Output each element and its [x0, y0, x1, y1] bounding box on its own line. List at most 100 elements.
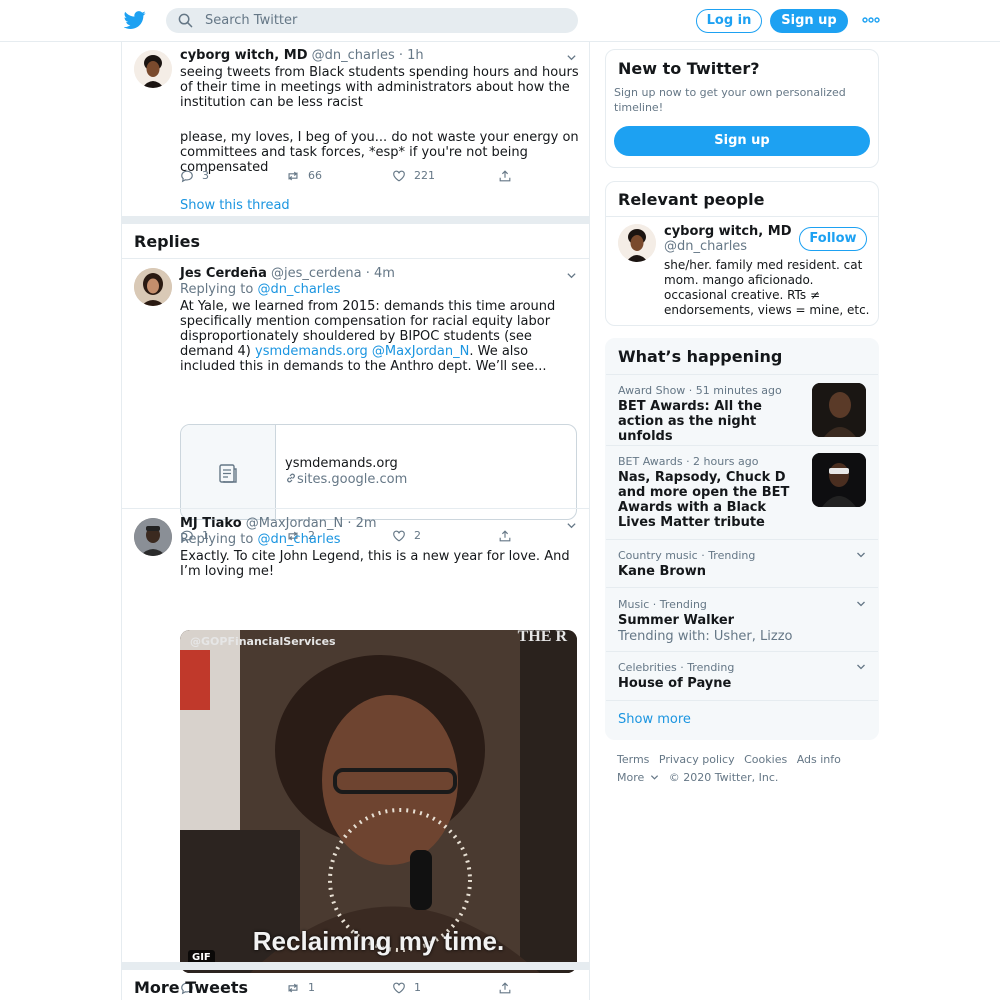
- trend-title: House of Payne: [618, 676, 732, 691]
- trend-image[interactable]: [812, 453, 866, 507]
- reply-tweet[interactable]: Jes Cerdeña @jes_cerdena · 4m Replying t…: [122, 266, 589, 543]
- new-to-twitter-panel: New to Twitter? Sign up now to get your …: [605, 49, 879, 168]
- reply-tweet[interactable]: MJ Tiako @MaxJordan_N · 2m Replying to @…: [122, 516, 589, 995]
- like-count: 221: [414, 169, 435, 182]
- avatar[interactable]: [134, 50, 172, 88]
- trend-meta: BET Awards · 2 hours ago: [618, 455, 759, 468]
- chevron-down-icon[interactable]: [856, 550, 866, 560]
- chevron-down-icon[interactable]: [566, 52, 577, 63]
- link-card-thumb: [181, 425, 276, 519]
- mention-link[interactable]: @MaxJordan_N: [372, 344, 469, 359]
- show-more-row[interactable]: Show more: [606, 700, 878, 739]
- footer-links: Terms Privacy policy Cookies Ads info: [617, 753, 847, 766]
- person-bio: she/her. family med resident. cat mom. m…: [664, 258, 870, 317]
- login-button[interactable]: Log in: [696, 9, 762, 33]
- terms-link[interactable]: Terms: [617, 753, 649, 766]
- tweet-actions: 3 66 221: [180, 168, 520, 184]
- avatar[interactable]: [618, 224, 656, 262]
- gif-watermark: @GOPFinancialServices: [190, 635, 336, 648]
- reply-count: 3: [202, 169, 209, 182]
- main-tweet[interactable]: cyborg witch, MD @dn_charles · 1h seeing…: [122, 48, 589, 216]
- more-tweets-heading: More Tweets: [134, 978, 249, 997]
- retweet-icon: [288, 171, 298, 181]
- person-name[interactable]: cyborg witch, MD: [664, 224, 792, 239]
- trend-item[interactable]: Celebrities · Trending House of Payne: [606, 651, 878, 700]
- ads-info-link[interactable]: Ads info: [797, 753, 841, 766]
- author-name[interactable]: MJ Tiako: [180, 516, 242, 531]
- twitter-bird-icon[interactable]: [124, 9, 146, 31]
- replying-to-label: Replying to: [180, 532, 254, 547]
- gif-watermark-right: THE R: [517, 630, 567, 645]
- chevron-down-icon[interactable]: [856, 599, 866, 609]
- avatar[interactable]: [134, 268, 172, 306]
- cookies-link[interactable]: Cookies: [744, 753, 787, 766]
- trend-meta: Celebrities · Trending: [618, 661, 735, 674]
- heart-icon: [393, 170, 405, 182]
- chevron-down-icon[interactable]: [566, 520, 577, 531]
- gif-media[interactable]: @GOPFinancialServices THE R Reclaiming m…: [180, 630, 577, 973]
- replies-heading: Replies: [134, 232, 200, 251]
- link-card[interactable]: ysmdemands.org sites.google.com: [180, 424, 577, 520]
- signup-description: Sign up now to get your own personalized…: [614, 86, 846, 114]
- divider: [122, 508, 589, 509]
- avatar[interactable]: [134, 518, 172, 556]
- chevron-down-icon[interactable]: [566, 270, 577, 281]
- more-dots-icon[interactable]: [862, 12, 880, 28]
- trend-item[interactable]: Country music · Trending Kane Brown: [606, 539, 878, 587]
- trend-title: Nas, Rapsody, Chuck D and more open the …: [618, 470, 790, 530]
- privacy-link[interactable]: Privacy policy: [659, 753, 735, 766]
- trend-meta: Award Show · 51 minutes ago: [618, 384, 782, 397]
- tweet-time[interactable]: · 1h: [399, 48, 424, 63]
- tweet-time[interactable]: · 4m: [366, 266, 395, 281]
- link-card-title: ysmdemands.org: [285, 456, 398, 471]
- top-bar: Search Twitter Log in Sign up: [0, 0, 1000, 42]
- tweet-time[interactable]: · 2m: [347, 516, 376, 531]
- trend-image[interactable]: [812, 383, 866, 437]
- replying-to-link[interactable]: @dn_charles: [257, 532, 340, 547]
- trend-subtitle: Trending with: Usher, Lizzo: [618, 629, 793, 644]
- show-thread-link[interactable]: Show this thread: [180, 198, 290, 213]
- search-input[interactable]: Search Twitter: [205, 13, 297, 28]
- document-icon: [219, 464, 237, 483]
- follow-button[interactable]: Follow: [799, 227, 867, 251]
- panel-title: What’s happening: [618, 347, 783, 366]
- tweet-text: At Yale, we learned from 2015: demands t…: [180, 299, 584, 374]
- trend-item[interactable]: Award Show · 51 minutes ago BET Awards: …: [606, 374, 878, 444]
- tweet-link[interactable]: ysmdemands.org: [255, 344, 368, 359]
- trend-title: Kane Brown: [618, 564, 706, 579]
- replying-to-link[interactable]: @dn_charles: [257, 282, 340, 297]
- chevron-down-icon[interactable]: [856, 662, 866, 672]
- tweet-text: Exactly. To cite John Legend, this is a …: [180, 549, 570, 579]
- more-label[interactable]: More: [617, 771, 644, 784]
- search-box[interactable]: Search Twitter: [166, 8, 578, 33]
- author-handle[interactable]: @dn_charles: [312, 48, 395, 63]
- heart-icon: [393, 982, 405, 994]
- author-handle[interactable]: @MaxJordan_N: [246, 516, 343, 531]
- author-handle[interactable]: @jes_cerdena: [271, 266, 362, 281]
- trend-meta: Country music · Trending: [618, 549, 756, 562]
- share-icon: [499, 170, 511, 182]
- more-menu[interactable]: More: [617, 771, 659, 784]
- author-name[interactable]: cyborg witch, MD: [180, 48, 308, 63]
- retweet-icon: [288, 983, 298, 993]
- retweet-count: 1: [308, 981, 315, 994]
- trend-item[interactable]: BET Awards · 2 hours ago Nas, Rapsody, C…: [606, 445, 878, 538]
- person-handle[interactable]: @dn_charles: [664, 239, 747, 254]
- show-more-link[interactable]: Show more: [618, 712, 691, 727]
- link-card-domain-text: sites.google.com: [297, 472, 408, 487]
- like-count: 1: [414, 981, 421, 994]
- signup-panel-button[interactable]: Sign up: [614, 126, 870, 156]
- replying-to: Replying to @dn_charles: [180, 532, 341, 547]
- author-name[interactable]: Jes Cerdeña: [180, 266, 267, 281]
- copyright: © 2020 Twitter, Inc.: [668, 771, 779, 784]
- replying-to-label: Replying to: [180, 282, 254, 297]
- trend-meta: Music · Trending: [618, 598, 707, 611]
- tweet-header: Jes Cerdeña @jes_cerdena · 4m: [180, 266, 395, 281]
- replying-to: Replying to @dn_charles: [180, 282, 341, 297]
- trend-title: Summer Walker: [618, 613, 735, 628]
- trend-item[interactable]: Music · Trending Summer Walker Trending …: [606, 587, 878, 650]
- signup-button[interactable]: Sign up: [770, 9, 848, 33]
- tweet-header: cyborg witch, MD @dn_charles · 1h: [180, 48, 424, 63]
- reply-icon: [181, 170, 193, 183]
- trend-title: BET Awards: All the action as the night …: [618, 399, 762, 444]
